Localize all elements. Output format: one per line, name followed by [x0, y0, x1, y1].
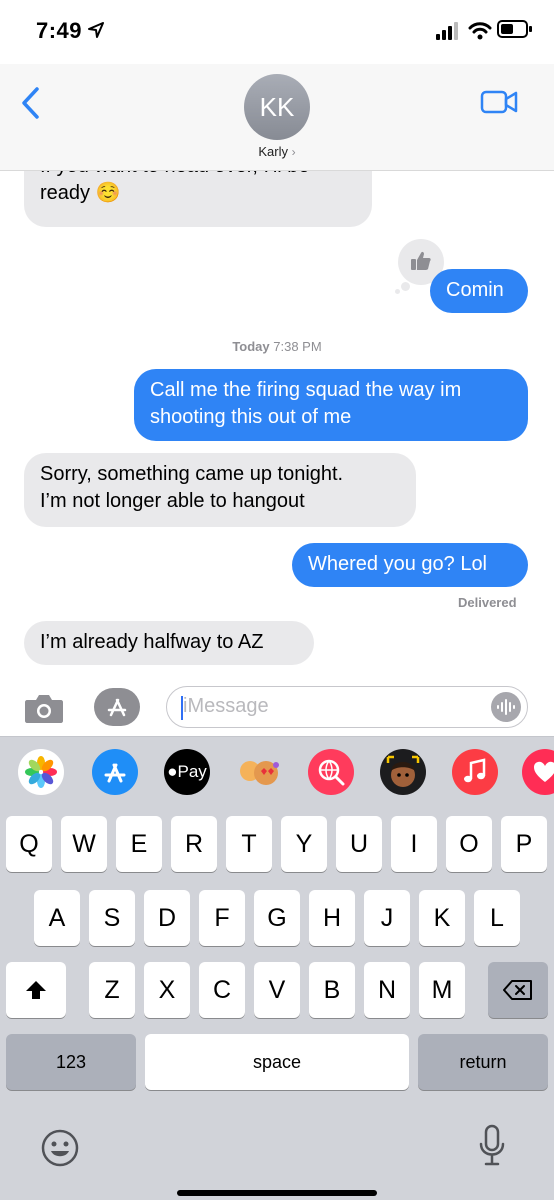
shift-arrow-icon: [26, 981, 46, 999]
cellular-signal-icon: [436, 22, 458, 40]
key-t[interactable]: T: [226, 816, 272, 872]
battery-icon: [497, 20, 532, 38]
key-w[interactable]: W: [61, 816, 107, 872]
message-text: I’m not longer able to hangout: [40, 490, 305, 512]
key-b[interactable]: B: [309, 962, 355, 1018]
key-j[interactable]: J: [364, 890, 410, 946]
home-indicator: [177, 1190, 377, 1196]
message-bubble-outgoing[interactable]: Whered you go? Lol: [292, 543, 528, 587]
contact-name-label: Karly: [258, 144, 288, 159]
memoji-icon[interactable]: [380, 749, 426, 795]
app-store-toggle-button[interactable]: [94, 688, 140, 726]
status-time: 7:49: [36, 18, 83, 43]
space-key[interactable]: space: [145, 1034, 409, 1090]
dictation-microphone-icon[interactable]: [478, 1124, 506, 1168]
key-q[interactable]: Q: [6, 816, 52, 872]
music-icon[interactable]: [452, 749, 498, 795]
key-i[interactable]: I: [391, 816, 437, 872]
delivered-status: Delivered: [458, 595, 517, 610]
keyboard: Q W E R T Y U I O P A S D F G H J K L Z …: [0, 806, 554, 1200]
message-list[interactable]: If you want to head over, I'll be ready …: [0, 171, 554, 681]
message-text: shooting this out of me: [150, 406, 352, 428]
conversation-header: KK Karly ›: [0, 64, 554, 171]
thumbs-up-icon: [411, 251, 431, 270]
key-g[interactable]: G: [254, 890, 300, 946]
message-text: If you want to head over, I'll be: [40, 171, 356, 180]
message-bubble-outgoing[interactable]: Call me the firing squad the way im shoo…: [134, 369, 528, 441]
key-m[interactable]: M: [419, 962, 465, 1018]
web-images-icon[interactable]: [308, 749, 354, 795]
location-arrow-icon: [88, 22, 104, 38]
facetime-video-icon[interactable]: [480, 88, 518, 116]
key-x[interactable]: X: [144, 962, 190, 1018]
apple-pay-icon[interactable]: ●Pay: [164, 749, 210, 795]
key-u[interactable]: U: [336, 816, 382, 872]
message-text: ready ☺️: [40, 182, 121, 204]
memoji-stickers-icon[interactable]: [236, 749, 282, 795]
music-note-glyph: [464, 758, 486, 783]
back-chevron-icon[interactable]: [20, 86, 42, 120]
app-store-glyph: [104, 763, 126, 783]
timestamp-day: Today: [232, 339, 270, 354]
key-z[interactable]: Z: [89, 962, 135, 1018]
digital-touch-icon[interactable]: [522, 749, 554, 795]
message-bubble-outgoing[interactable]: Comin: [430, 269, 528, 313]
backspace-icon: [503, 980, 532, 1000]
message-text: Whered you go? Lol: [308, 553, 488, 575]
photos-flower-glyph: [25, 756, 57, 788]
waveform-icon: [497, 699, 515, 715]
key-r[interactable]: R: [171, 816, 217, 872]
apple-pay-label: ●Pay: [167, 762, 207, 781]
tapback-tail-dot: [401, 282, 410, 291]
message-text: I’m already halfway to AZ: [40, 631, 264, 653]
imessage-app-drawer: ●Pay: [0, 736, 554, 807]
key-c[interactable]: C: [199, 962, 245, 1018]
avatar-initials: KK: [259, 91, 295, 122]
key-p[interactable]: P: [501, 816, 547, 872]
audio-message-button[interactable]: [491, 692, 521, 722]
return-key[interactable]: return: [418, 1034, 548, 1090]
key-y[interactable]: Y: [281, 816, 327, 872]
message-timestamp: Today 7:38 PM: [0, 339, 554, 354]
key-o[interactable]: O: [446, 816, 492, 872]
contact-name[interactable]: Karly ›: [0, 144, 554, 159]
message-bubble-incoming[interactable]: Sorry, something came up tonight. I’m no…: [24, 453, 416, 527]
message-bubble-incoming[interactable]: If you want to head over, I'll be ready …: [24, 171, 372, 227]
key-h[interactable]: H: [309, 890, 355, 946]
message-text: Sorry, something came up tonight.: [40, 463, 344, 485]
key-e[interactable]: E: [116, 816, 162, 872]
timestamp-time: 7:38 PM: [273, 339, 322, 354]
chevron-right-icon: ›: [291, 145, 296, 159]
key-v[interactable]: V: [254, 962, 300, 1018]
message-input-placeholder: iMessage: [183, 695, 269, 717]
key-n[interactable]: N: [364, 962, 410, 1018]
wifi-icon: [468, 22, 492, 40]
key-f[interactable]: F: [199, 890, 245, 946]
numbers-key[interactable]: 123: [6, 1034, 136, 1090]
emoji-icon[interactable]: [40, 1128, 80, 1168]
key-l[interactable]: L: [474, 890, 520, 946]
message-bubble-incoming[interactable]: I’m already halfway to AZ: [24, 621, 314, 665]
key-k[interactable]: K: [419, 890, 465, 946]
contact-avatar[interactable]: KK: [244, 74, 310, 140]
photos-icon[interactable]: [18, 749, 64, 795]
app-store-icon: [107, 698, 127, 717]
status-bar: 7:49: [0, 0, 554, 64]
key-a[interactable]: A: [34, 890, 80, 946]
key-s[interactable]: S: [89, 890, 135, 946]
memoji-stickers-glyph: [240, 761, 279, 785]
app-store-icon[interactable]: [92, 749, 138, 795]
message-text: Call me the firing squad the way im: [150, 379, 462, 401]
key-d[interactable]: D: [144, 890, 190, 946]
memoji-face-glyph: [386, 755, 420, 787]
message-text: Comin: [446, 279, 504, 301]
globe-search-glyph: [318, 759, 345, 786]
tapback-tail-dot: [395, 289, 400, 294]
message-input[interactable]: iMessage: [166, 686, 528, 728]
shift-key[interactable]: [6, 962, 66, 1018]
camera-icon[interactable]: [24, 692, 64, 724]
delete-key[interactable]: [488, 962, 548, 1018]
heart-glyph: [534, 761, 554, 782]
